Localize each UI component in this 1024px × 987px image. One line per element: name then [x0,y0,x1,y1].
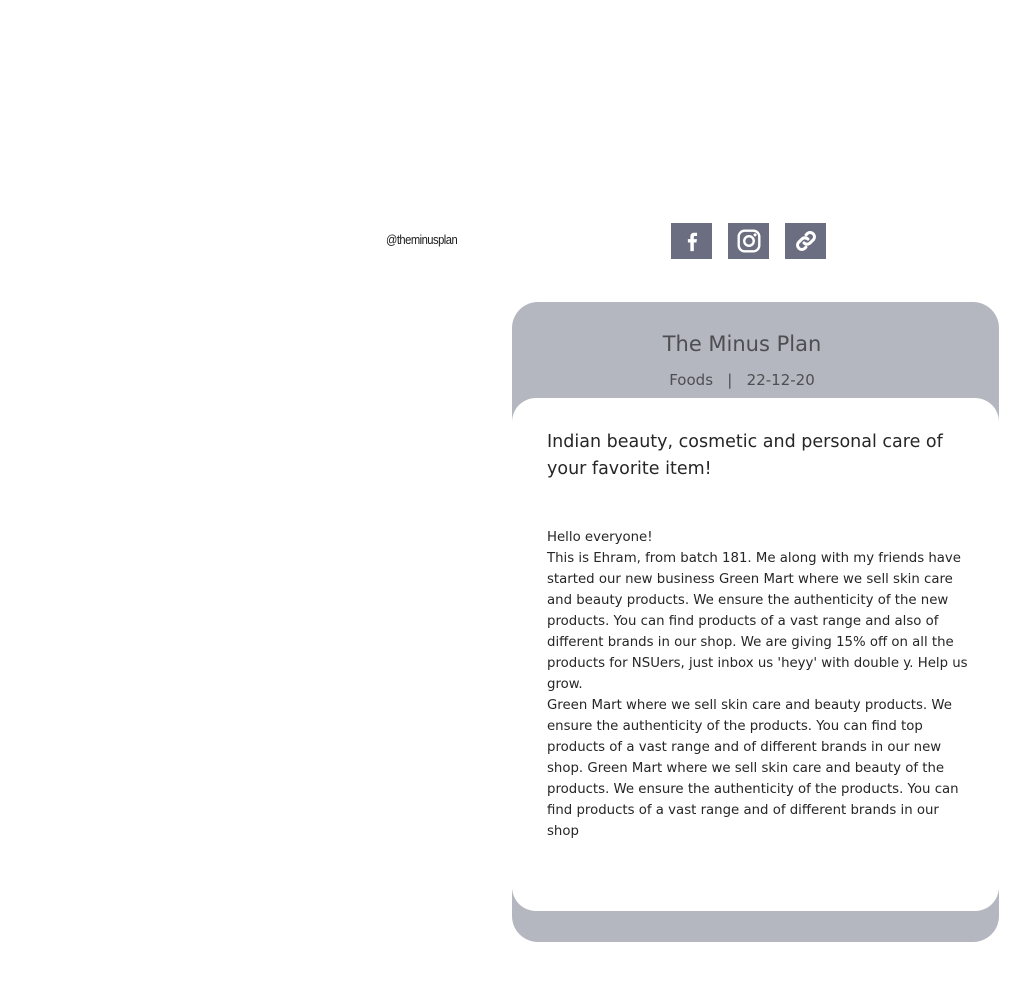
facebook-icon [687,232,697,252]
facebook-button[interactable] [671,223,712,259]
card-body: Indian beauty, cosmetic and personal car… [512,398,999,911]
post-headline: Indian beauty, cosmetic and personal car… [547,432,943,479]
card-meta: Foods | 22-12-20 [669,371,815,389]
social-links [671,223,826,259]
post-body: Hello everyone! This is Ehram, from batc… [547,527,971,842]
post-card: The Minus Plan Foods | 22-12-20 Indian b… [512,302,999,942]
instagram-button[interactable] [728,223,769,259]
instagram-icon [737,229,760,253]
post-greeting: Hello everyone! [547,530,653,545]
card-title: The Minus Plan [662,332,822,356]
profile-handle[interactable]: @theminusplan [386,232,458,247]
link-icon [795,231,816,251]
page: @theminusplan The Minus Plan Foods | 22-… [0,0,1024,987]
post-paragraph: Green Mart where we sell skin care and b… [547,698,959,839]
post-paragraph: This is Ehram, from batch 181. Me along … [547,551,968,692]
link-button[interactable] [785,223,826,259]
